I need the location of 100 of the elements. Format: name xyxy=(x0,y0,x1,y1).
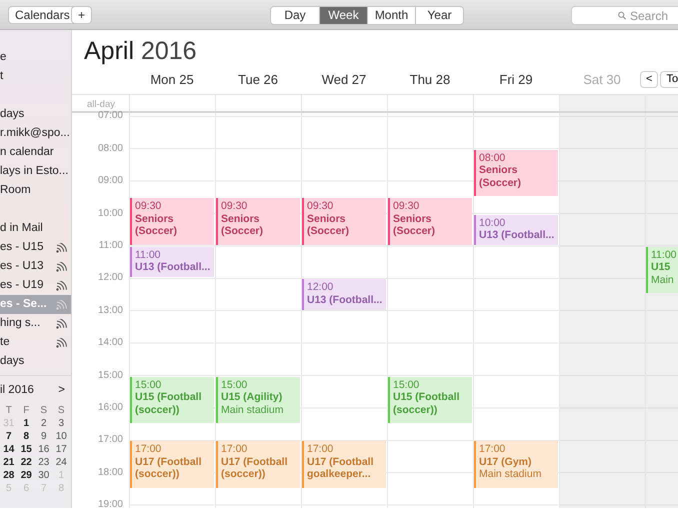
calendar-list-item[interactable]: d in Mail xyxy=(0,219,71,238)
calendar-list-item[interactable]: t xyxy=(0,67,71,86)
day-header: Fri 29 xyxy=(498,71,534,89)
event-title: Seniors (Soccer) xyxy=(307,212,350,238)
event-location: Main stadium xyxy=(221,404,284,416)
calendar-list-item[interactable]: r.mikk@spo... xyxy=(0,124,71,143)
calendar-event[interactable]: 11:00 U13 (Football... xyxy=(130,246,214,278)
hour-label: 19:00 xyxy=(98,499,123,508)
day-header: Thu 28 xyxy=(408,71,452,89)
all-day-label: all-day xyxy=(87,98,115,111)
previous-button[interactable]: < xyxy=(640,71,658,88)
mini-calendar-day[interactable]: 2 xyxy=(35,418,52,430)
hour-label: 13:00 xyxy=(98,304,123,317)
mini-calendar-day[interactable]: 28 xyxy=(0,470,18,482)
event-title: U13 (Football... xyxy=(135,261,212,274)
hour-label: 09:00 xyxy=(98,175,123,188)
view-tab[interactable]: Week xyxy=(319,7,367,24)
hour-label: 10:00 xyxy=(98,208,123,220)
event-location: Main xyxy=(651,274,675,286)
event-time: 09:30 xyxy=(221,200,248,213)
next-month-button[interactable]: > xyxy=(58,382,65,400)
event-time: 17:00 xyxy=(479,443,506,456)
mini-calendar-day[interactable]: 14 xyxy=(0,444,18,456)
event-title: U17 (Football (soccer)) xyxy=(135,456,203,481)
mini-calendar-day[interactable]: 29 xyxy=(18,470,35,482)
search-input[interactable]: Search xyxy=(630,6,678,24)
calendar-list-item[interactable]: n calendar xyxy=(0,143,71,162)
event-time: 11:00 xyxy=(135,248,162,262)
event-title: U17 (Football (soccer)) xyxy=(221,456,289,481)
calendar-event[interactable]: 09:30 Seniors (Soccer) xyxy=(130,198,214,245)
mini-calendar-day[interactable]: 21 xyxy=(0,457,18,468)
calendar-list-item[interactable]: es - U15 xyxy=(0,238,71,257)
today-button[interactable]: To xyxy=(660,71,678,88)
calendar-list-item[interactable]: es - U19 xyxy=(0,276,71,295)
hour-label: 16:00 xyxy=(98,402,123,414)
weekday-label: F xyxy=(22,405,30,416)
weekday-label: S xyxy=(56,405,66,416)
mini-calendar-day[interactable]: 17 xyxy=(52,444,70,456)
add-button[interactable]: + xyxy=(71,6,92,24)
event-time: 15:00 xyxy=(393,378,420,391)
calendar-list-item[interactable]: es - U13 xyxy=(0,257,71,276)
calendar-list-item[interactable]: lays in Esto... xyxy=(0,162,71,181)
hour-label: 17:00 xyxy=(98,434,123,446)
mini-calendar-day[interactable]: 23 xyxy=(35,457,52,468)
mini-calendar-day[interactable]: 30 xyxy=(35,470,52,482)
all-day-cell[interactable] xyxy=(559,95,645,111)
month-title: April 2016 xyxy=(83,36,198,67)
view-tab[interactable]: Day xyxy=(271,7,319,24)
event-time: 15:00 xyxy=(221,378,248,391)
calendar-list-item[interactable]: days xyxy=(0,352,71,371)
mini-calendar-day[interactable]: 22 xyxy=(18,457,35,468)
view-tab[interactable]: Month xyxy=(367,7,415,24)
event-title: U15 xyxy=(651,261,672,274)
event-title: U17 (Football goalkeeper... xyxy=(307,456,375,481)
event-location: Main stadium xyxy=(479,468,542,481)
calendar-list-item[interactable]: days xyxy=(0,105,71,124)
mini-calendar-day[interactable]: 7 xyxy=(0,431,18,442)
calendar-event[interactable]: 10:00 U13 (Football... xyxy=(474,214,558,245)
event-title: U13 (Football... xyxy=(307,294,384,306)
event-time: 09:30 xyxy=(393,200,420,213)
hour-label: 07:00 xyxy=(98,110,123,122)
event-title: Seniors (Soccer) xyxy=(221,212,264,238)
event-time: 17:00 xyxy=(221,443,248,456)
view-tab[interactable]: Year xyxy=(415,7,463,24)
calendar-event[interactable]: 09:30 Seniors (Soccer) xyxy=(216,198,300,245)
hour-label: 15:00 xyxy=(98,370,123,382)
mini-calendar-day[interactable]: 16 xyxy=(35,444,52,456)
calendar-list-item[interactable]: te xyxy=(0,333,71,352)
search-icon xyxy=(618,10,626,21)
hour-label: 08:00 xyxy=(98,142,123,155)
event-time: 10:00 xyxy=(479,216,506,229)
hour-label: 18:00 xyxy=(98,466,123,479)
mini-calendar-day[interactable]: 1 xyxy=(18,418,35,430)
event-time: 09:30 xyxy=(307,200,334,213)
mini-calendar-day[interactable]: 24 xyxy=(52,457,70,468)
mini-calendar-day[interactable]: 15 xyxy=(18,444,35,456)
calendar-list-item[interactable]: e xyxy=(0,48,71,67)
calendar-list-item[interactable]: Room xyxy=(0,181,71,200)
day-header: Tue 26 xyxy=(237,71,279,89)
search-field[interactable]: Search xyxy=(571,6,678,25)
calendar-event[interactable]: 09:30 Seniors (Soccer) xyxy=(302,198,386,245)
calendar-event[interactable]: 08:00 Seniors (Soccer) xyxy=(474,150,558,196)
event-time: 17:00 xyxy=(307,443,334,456)
event-title: U15 (Football (soccer)) xyxy=(393,391,461,416)
calendar-event[interactable]: 12:00 U13 (Football... xyxy=(302,279,386,310)
weekday-label: S xyxy=(39,405,48,416)
hour-label: 11:00 xyxy=(98,240,123,252)
calendar-event[interactable]: 09:30 Seniors (Soccer) xyxy=(388,198,472,245)
event-title: U17 (Gym) xyxy=(479,456,533,468)
event-title: U15 (Agility) xyxy=(221,391,284,404)
event-time: 12:00 xyxy=(307,281,334,294)
calendar-list-item[interactable]: hing s... xyxy=(0,314,71,333)
mini-calendar-day[interactable]: 10 xyxy=(52,431,70,442)
event-title: Seniors (Soccer) xyxy=(135,212,178,238)
hour-label: 12:00 xyxy=(98,272,123,284)
mini-calendar-day[interactable]: 9 xyxy=(35,431,52,442)
event-time: 15:00 xyxy=(135,378,162,391)
event-title: Seniors (Soccer) xyxy=(393,212,436,238)
mini-calendar-day[interactable]: 8 xyxy=(18,431,35,442)
mini-calendar-day[interactable]: 3 xyxy=(52,418,70,430)
